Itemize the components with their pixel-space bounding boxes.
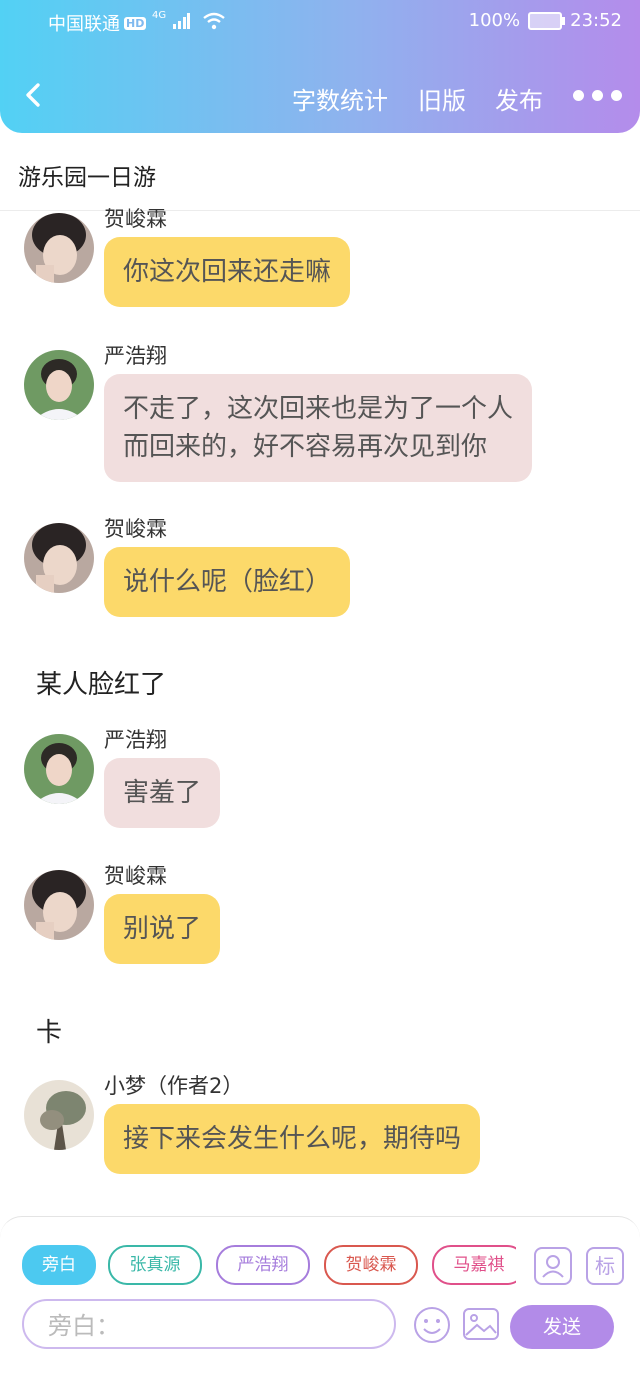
clock: 23:52 <box>570 10 622 31</box>
message-composer: 旁白 张真源 严浩翔 贺峻霖 马嘉祺 标 旁白： 发送 <box>0 1216 640 1388</box>
sender-name: 贺峻霖 <box>104 207 167 231</box>
more-options-icon[interactable] <box>573 90 622 101</box>
role-chip-ma-jiaqi[interactable]: 马嘉祺 <box>432 1245 516 1285</box>
sender-name: 贺峻霖 <box>104 517 167 541</box>
hd-badge: HD <box>124 17 147 30</box>
app-header: 中国联通 HD 4G 100% 23:52 字数统计 旧版 发布 <box>0 0 640 133</box>
sender-name: 小梦（作者2） <box>104 1074 244 1098</box>
tag-button[interactable]: 标 <box>586 1247 624 1285</box>
avatar-he-junlin[interactable] <box>24 523 94 593</box>
carrier-info: 中国联通 HD <box>48 10 147 36</box>
back-arrow-icon[interactable] <box>20 81 48 109</box>
narration-text: 某人脸红了 <box>36 670 167 700</box>
image-icon[interactable] <box>462 1305 500 1343</box>
avatar-yan-haoxiang[interactable] <box>24 734 94 804</box>
sender-name: 贺峻霖 <box>104 864 167 888</box>
emoji-icon[interactable] <box>412 1305 452 1345</box>
avatar-yan-haoxiang[interactable] <box>24 350 94 420</box>
nav-bar: 字数统计 旧版 发布 <box>0 75 640 119</box>
role-chip-he-junlin[interactable]: 贺峻霖 <box>324 1245 418 1285</box>
sender-name: 严浩翔 <box>104 728 167 752</box>
message-bubble[interactable]: 说什么呢（脸红） <box>104 547 351 617</box>
status-bar: 中国联通 HD 4G 100% 23:52 <box>0 8 640 36</box>
send-button[interactable]: 发送 <box>510 1305 614 1349</box>
message-bubble[interactable]: 别说了 <box>104 894 221 964</box>
battery-info: 100% 23:52 <box>469 10 622 31</box>
role-chip-narration[interactable]: 旁白 <box>22 1245 96 1285</box>
publish-button[interactable]: 发布 <box>495 81 543 116</box>
signal-icon <box>172 13 190 29</box>
avatar-author[interactable] <box>24 1080 94 1150</box>
narration-text: 卡 <box>36 1018 63 1048</box>
role-chip-bar[interactable]: 旁白 张真源 严浩翔 贺峻霖 马嘉祺 <box>22 1245 516 1285</box>
battery-icon <box>528 11 566 30</box>
message-bubble[interactable]: 害羞了 <box>104 758 221 828</box>
wifi-icon <box>202 12 225 30</box>
role-manage-icon[interactable] <box>534 1247 572 1285</box>
signal-info: 4G <box>152 10 226 33</box>
story-title: 游乐园一日游 <box>18 165 156 191</box>
message-bubble[interactable]: 你这次回来还走嘛 <box>104 237 351 307</box>
word-count-button[interactable]: 字数统计 <box>292 81 388 116</box>
role-chip-zhang-zhenyuan[interactable]: 张真源 <box>108 1245 202 1285</box>
battery-percent: 100% <box>468 10 521 31</box>
message-line: 不走了，这次回来也是为了一个人 <box>123 394 514 424</box>
avatar-he-junlin[interactable] <box>24 870 94 940</box>
message-bubble[interactable]: 不走了，这次回来也是为了一个人 而回来的，好不容易再次见到你 <box>104 374 533 482</box>
role-chip-yan-haoxiang[interactable]: 严浩翔 <box>216 1245 310 1285</box>
carrier-label: 中国联通 <box>48 14 120 35</box>
network-type-label: 4G <box>152 10 167 21</box>
message-input[interactable]: 旁白： <box>22 1299 396 1349</box>
message-bubble[interactable]: 接下来会发生什么呢，期待吗 <box>104 1104 481 1174</box>
sender-name: 严浩翔 <box>104 344 167 368</box>
message-line: 而回来的，好不容易再次见到你 <box>123 432 488 462</box>
old-version-button[interactable]: 旧版 <box>418 81 466 116</box>
avatar-he-junlin[interactable] <box>24 213 94 283</box>
title-divider <box>0 210 640 211</box>
